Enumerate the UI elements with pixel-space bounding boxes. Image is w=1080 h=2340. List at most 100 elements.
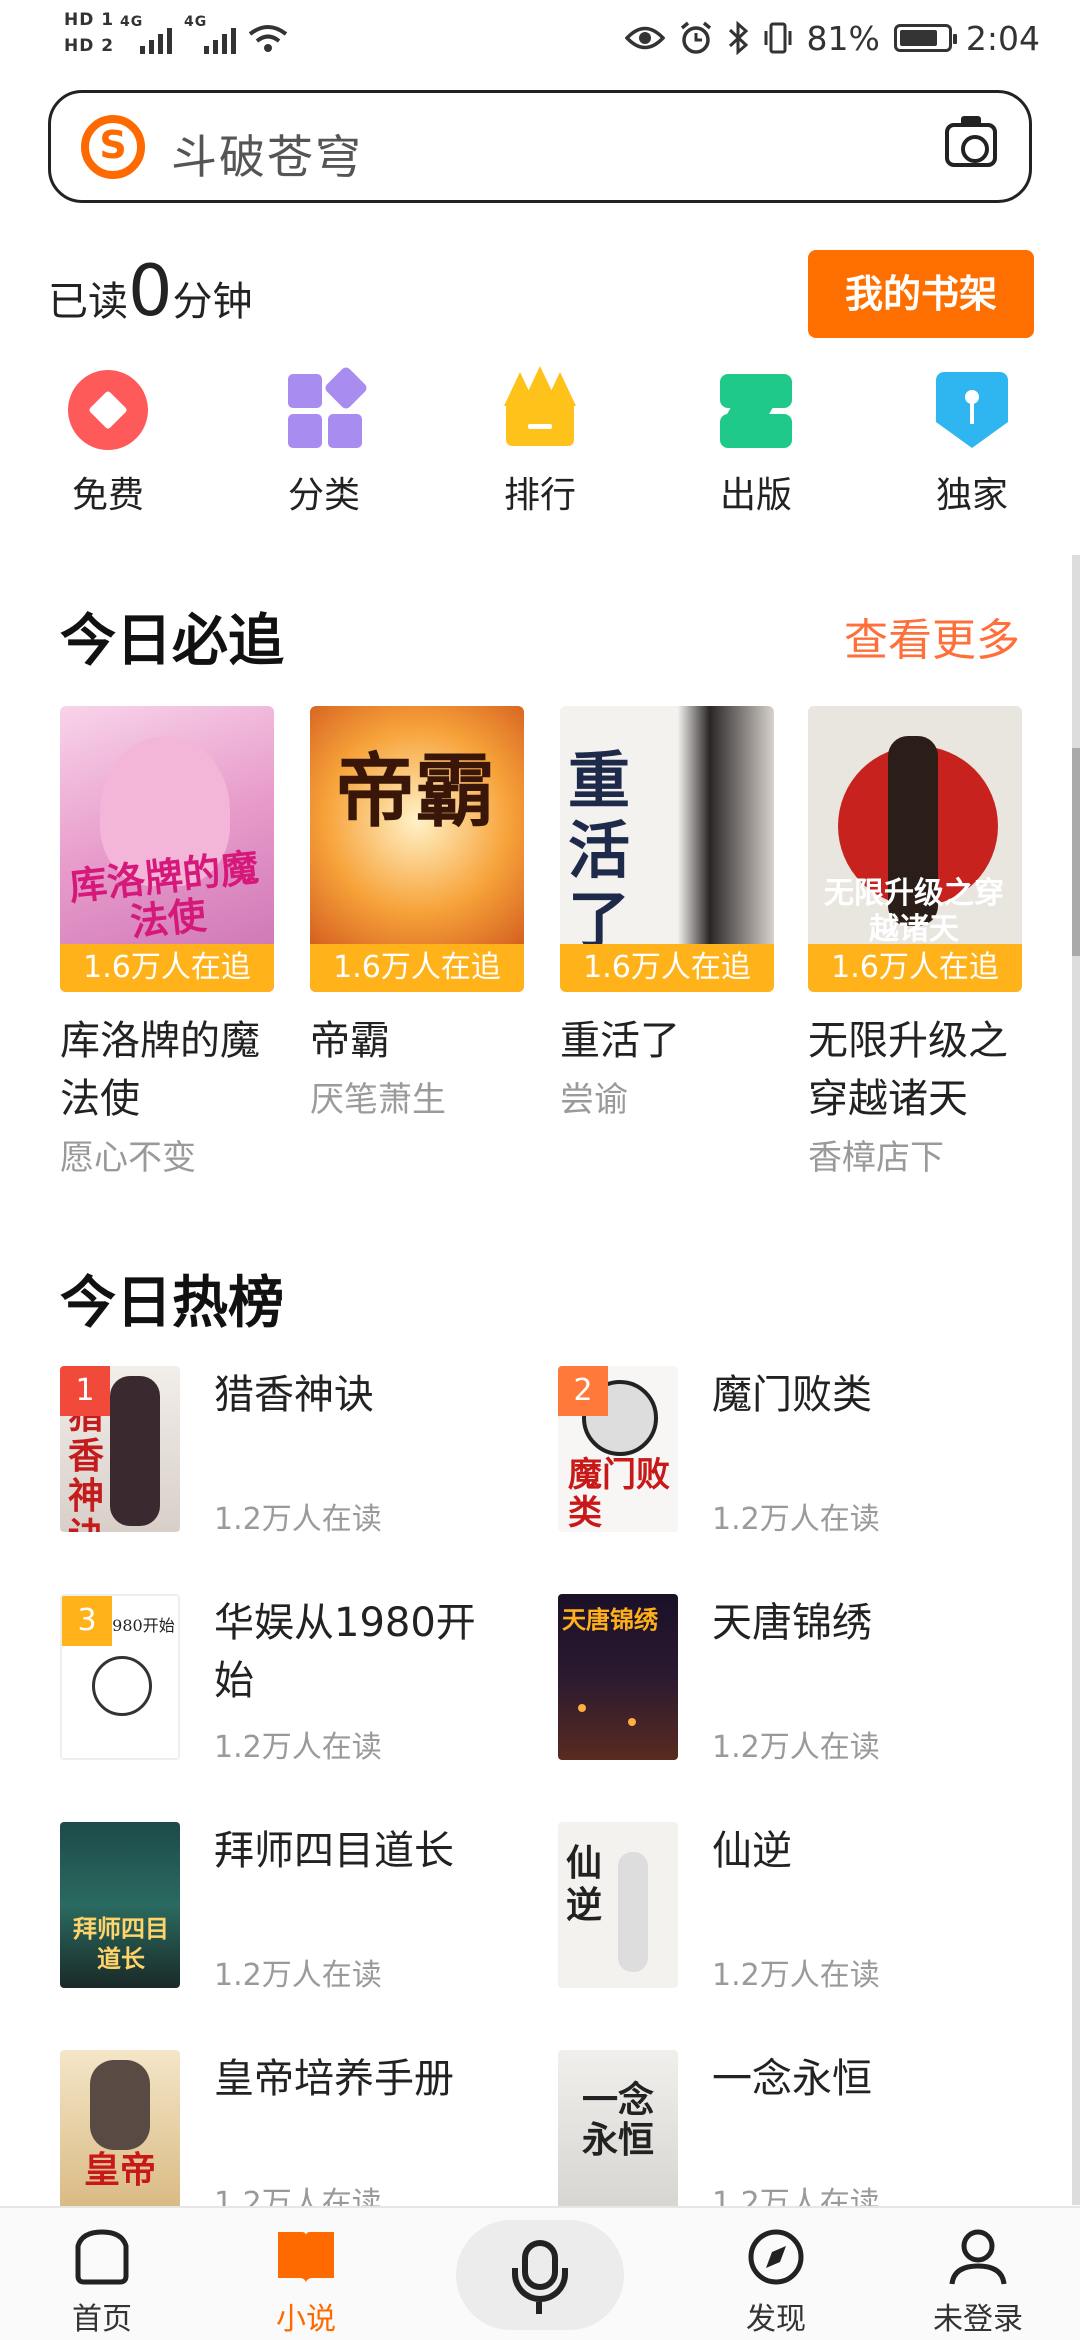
wifi-icon xyxy=(248,25,288,52)
book-cover: 拜师四目道长 xyxy=(60,1822,180,1988)
battery-percent: 81% xyxy=(806,18,880,58)
cover-title: 猎香神诀 xyxy=(68,1395,105,1532)
hot-list-title: 今日热榜 xyxy=(60,1271,284,1336)
book-title: 华娱从1980开始 xyxy=(214,1600,476,1704)
book-title: 库洛牌的魔法使 xyxy=(60,1018,260,1122)
cover-title: 1980开始 xyxy=(102,1616,175,1635)
hot-list-item[interactable]: 仙逆 仙逆 1.2万人在读 xyxy=(558,1822,998,2002)
cover-title: 一念永恒 xyxy=(581,2079,654,2161)
sogou-logo-icon xyxy=(81,115,145,179)
network-indicators: HD 1 HD 2 4G 4G xyxy=(64,8,304,68)
rank-badge: 2 xyxy=(558,1366,608,1416)
user-icon xyxy=(946,2228,1010,2286)
book-title: 拜师四目道长 xyxy=(214,1828,454,1874)
book-cover: 无限升级之穿越诸天 1.6万人在追 xyxy=(808,706,1022,992)
cover-title: 天唐锦绣 xyxy=(562,1605,658,1634)
follow-badge: 1.6万人在追 xyxy=(60,944,274,992)
reader-count: 1.2万人在读 xyxy=(712,1958,880,1993)
book-cover: 天唐锦绣 xyxy=(558,1594,678,1760)
hot-list-item[interactable]: 一念永恒 一念永恒 1.2万人在读 xyxy=(558,2050,998,2230)
hd1-label: HD 1 xyxy=(64,10,115,30)
hot-list-item[interactable]: 皇帝 皇帝培养手册 1.2万人在读 xyxy=(60,2050,500,2230)
reading-suffix: 分钟 xyxy=(172,279,253,325)
category-label: 排行 xyxy=(503,475,576,516)
book-icon xyxy=(274,2228,338,2286)
hot-list-item[interactable]: 猎香神诀 1 猎香神诀 1.2万人在读 xyxy=(60,1366,500,1546)
book-title: 重活了 xyxy=(560,1018,680,1064)
book-author: 厌笔萧生 xyxy=(310,1080,446,1120)
pen-nib-icon xyxy=(932,370,1012,450)
nav-label: 小说 xyxy=(276,2302,336,2337)
vibrate-icon xyxy=(764,22,792,54)
search-bar[interactable]: 斗破苍穹 xyxy=(48,90,1032,203)
today-follow-title: 今日必追 xyxy=(60,609,284,674)
my-bookshelf-button[interactable]: 我的书架 xyxy=(808,250,1034,338)
app-screen: HD 1 HD 2 4G 4G 81% 2:04 S 斗破苍穹 已读0分钟 我的… xyxy=(0,0,1080,2340)
cover-title: 拜师四目道长 xyxy=(73,1914,169,1973)
crown-icon xyxy=(500,366,580,450)
book-author: 尝谕 xyxy=(560,1080,628,1120)
category-row: 免费 分类 排行 出版 独家 xyxy=(0,365,1080,520)
book-cover: 一念永恒 xyxy=(558,2050,678,2216)
nav-label: 未登录 xyxy=(933,2302,1023,2337)
reading-minutes: 0 xyxy=(128,250,173,332)
nav-novel[interactable]: 小说 xyxy=(226,2228,386,2338)
system-indicators: 81% 2:04 xyxy=(624,16,1040,60)
free-icon xyxy=(68,370,148,450)
book-cover: 1980开始 3 xyxy=(60,1594,180,1760)
category-label: 免费 xyxy=(71,475,144,516)
book-cover: 猎香神诀 1 xyxy=(60,1366,180,1532)
reading-prefix: 已读 xyxy=(48,279,128,325)
hot-list-item[interactable]: 天唐锦绣 天唐锦绣 1.2万人在读 xyxy=(558,1594,998,1774)
book-cover: 魔门败类 2 xyxy=(558,1366,678,1532)
category-grid-icon xyxy=(284,365,369,450)
cover-title: 重活了 xyxy=(568,744,631,957)
reader-count: 1.2万人在读 xyxy=(214,1502,382,1537)
voice-search-button[interactable] xyxy=(456,2220,624,2330)
battery-icon xyxy=(893,24,957,52)
scrollbar-thumb[interactable] xyxy=(1072,748,1080,956)
category-ranking[interactable]: 排行 xyxy=(460,366,620,518)
book-title: 帝霸 xyxy=(310,1018,390,1064)
cover-title: 帝霸 xyxy=(335,744,495,838)
signal1-icon xyxy=(140,28,172,54)
book-title: 无限升级之穿越诸天 xyxy=(808,1018,1008,1122)
book-title: 仙逆 xyxy=(712,1828,792,1874)
category-free[interactable]: 免费 xyxy=(28,370,188,518)
book-title: 猎香神诀 xyxy=(214,1372,374,1418)
cover-title: 魔门败类 xyxy=(568,1455,670,1532)
book-card[interactable]: 重活了 1.6万人在追 重活了 尝谕 xyxy=(560,706,774,1121)
home-icon xyxy=(70,2228,134,2286)
see-more-link[interactable]: 查看更多 xyxy=(844,604,1020,668)
search-text[interactable]: 斗破苍穹 xyxy=(171,121,363,187)
category-publish[interactable]: 出版 xyxy=(676,370,836,518)
book-title: 皇帝培养手册 xyxy=(214,2056,454,2102)
book-cover: 皇帝 xyxy=(60,2050,180,2216)
category-label: 出版 xyxy=(719,475,792,516)
category-exclusive[interactable]: 独家 xyxy=(892,370,1052,518)
camera-icon[interactable] xyxy=(945,116,997,167)
book-card[interactable]: 帝霸 1.6万人在追 帝霸 厌笔萧生 xyxy=(310,706,524,1121)
status-bar: HD 1 HD 2 4G 4G 81% 2:04 xyxy=(0,0,1080,80)
nav-discover[interactable]: 发现 xyxy=(696,2228,856,2338)
nav-profile[interactable]: 未登录 xyxy=(898,2228,1058,2338)
nav-label: 首页 xyxy=(72,2302,132,2337)
book-cover: 库洛牌的魔法使 1.6万人在追 xyxy=(60,706,274,992)
cover-title: 仙逆 xyxy=(566,1842,603,1926)
category-classify[interactable]: 分类 xyxy=(244,365,404,518)
reader-count: 1.2万人在读 xyxy=(214,1958,382,1993)
hot-list-item[interactable]: 1980开始 3 华娱从1980开始 1.2万人在读 xyxy=(60,1594,500,1774)
hot-list-item[interactable]: 魔门败类 2 魔门败类 1.2万人在读 xyxy=(558,1366,998,1546)
book-card[interactable]: 库洛牌的魔法使 1.6万人在追 库洛牌的魔法使 愿心不变 xyxy=(60,706,274,1179)
book-title: 一念永恒 xyxy=(712,2056,872,2102)
hot-list-item[interactable]: 拜师四目道长 拜师四目道长 1.2万人在读 xyxy=(60,1822,500,2002)
follow-badge: 1.6万人在追 xyxy=(560,944,774,992)
reading-time: 已读0分钟 xyxy=(48,250,253,332)
signal2-icon xyxy=(204,28,236,54)
book-card[interactable]: 无限升级之穿越诸天 1.6万人在追 无限升级之穿越诸天 香樟店下 xyxy=(808,706,1022,1179)
nav-home[interactable]: 首页 xyxy=(22,2228,182,2338)
book-author: 香樟店下 xyxy=(808,1138,944,1178)
alarm-icon xyxy=(680,21,711,54)
book-cover: 仙逆 xyxy=(558,1822,678,1988)
compass-icon xyxy=(744,2228,808,2286)
